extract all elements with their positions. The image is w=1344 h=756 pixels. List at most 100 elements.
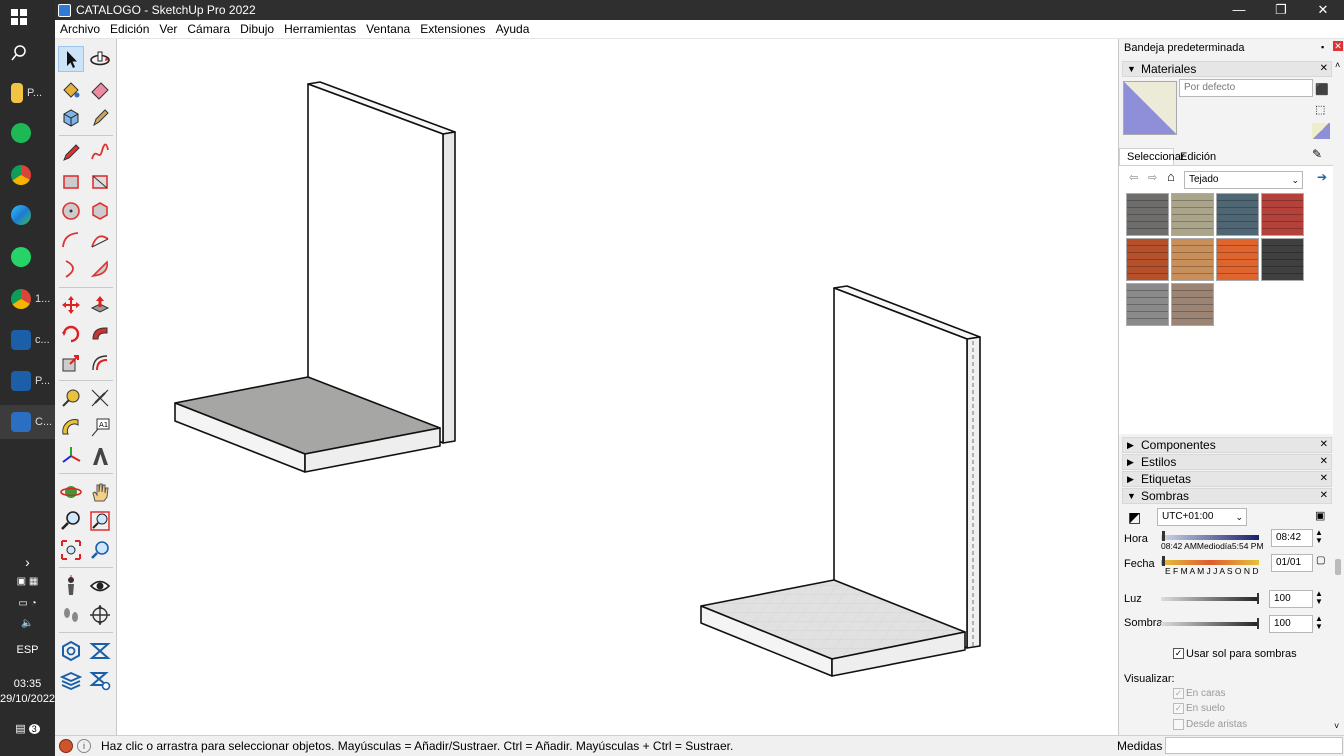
panel-close-icon[interactable]: ✕ — [1320, 489, 1328, 503]
zoom-window-tool[interactable] — [87, 508, 113, 534]
taskbar-item-spotify[interactable] — [0, 116, 55, 150]
previous-view-tool[interactable] — [87, 537, 113, 563]
polygon-tool[interactable] — [87, 198, 113, 224]
model-viewport[interactable] — [118, 39, 1116, 735]
position-camera-tool[interactable] — [58, 573, 84, 599]
panel-estilos-header[interactable]: ▶ Estilos ✕ — [1122, 454, 1332, 470]
calendar-icon[interactable]: ▢ — [1316, 555, 1325, 566]
three-point-arc-tool[interactable] — [58, 256, 84, 282]
freehand-tool[interactable] — [87, 140, 113, 166]
panel-close-icon[interactable]: ✕ — [1320, 438, 1328, 452]
taskbar-item-whatsapp[interactable] — [0, 240, 55, 274]
paint-bucket-tool[interactable] — [58, 76, 84, 102]
details-toggle-icon[interactable]: ▣ — [1315, 509, 1325, 522]
pan-tool[interactable] — [87, 479, 113, 505]
extension-warehouse-tool[interactable] — [87, 638, 113, 664]
tape-tool[interactable] — [87, 105, 113, 131]
taskbar-item-explorer[interactable]: P... — [0, 76, 55, 110]
bookend-object-1[interactable] — [174, 81, 456, 473]
home-icon[interactable]: ⌂ — [1167, 169, 1175, 184]
menu-edicion[interactable]: Edición — [105, 20, 154, 39]
zoom-tool[interactable] — [58, 508, 84, 534]
3d-warehouse-tool[interactable] — [58, 638, 84, 664]
material-swatch[interactable] — [1171, 283, 1214, 326]
use-sun-checkbox[interactable]: ✓ — [1173, 648, 1184, 659]
luz-input[interactable]: 100 — [1269, 590, 1313, 608]
sample-paint-icon[interactable]: ⬚ — [1315, 103, 1325, 116]
3d-text-tool[interactable] — [87, 443, 113, 469]
offset-tool[interactable] — [87, 350, 113, 376]
pie-tool[interactable] — [87, 256, 113, 282]
eyedropper-icon[interactable]: ✎ — [1312, 147, 1322, 161]
material-library-dropdown[interactable]: Tejado ⌄ — [1184, 171, 1303, 189]
line-tool[interactable] — [58, 140, 84, 166]
scroll-down-icon[interactable]: ˅ — [1334, 721, 1339, 731]
material-swatch[interactable] — [1171, 193, 1214, 236]
taskbar-item-edge[interactable] — [0, 198, 55, 232]
follow-me-tool[interactable] — [87, 321, 113, 347]
panel-componentes-header[interactable]: ▶ Componentes ✕ — [1122, 437, 1332, 453]
arc-tool[interactable] — [58, 227, 84, 253]
text-tool[interactable]: A1 — [87, 414, 113, 440]
menu-extensiones[interactable]: Extensiones — [415, 20, 490, 39]
volume-icon[interactable]: 🔈 — [0, 618, 55, 629]
taskbar-item-chrome-2[interactable]: 1... — [0, 282, 55, 316]
create-material-icon[interactable]: ⬛ — [1315, 83, 1329, 96]
notification-button[interactable]: ▤ 3 — [0, 722, 55, 735]
extension-manager-tool[interactable] — [87, 667, 113, 693]
material-swatch[interactable] — [1126, 193, 1169, 236]
rotated-rectangle-tool[interactable] — [87, 169, 113, 195]
tray-scrollbar[interactable]: ˅ — [1334, 69, 1342, 733]
back-arrow-icon[interactable]: ⇦ — [1129, 171, 1138, 184]
bookend-object-2[interactable] — [700, 285, 981, 677]
panel-etiquetas-header[interactable]: ▶ Etiquetas ✕ — [1122, 471, 1332, 487]
zoom-extents-tool[interactable] — [58, 537, 84, 563]
hora-spinner-icon[interactable]: ▲ ▼ — [1315, 529, 1323, 545]
info-icon[interactable]: i — [77, 739, 91, 753]
protractor-tool[interactable] — [58, 414, 84, 440]
panel-sombras-header[interactable]: ▼ Sombras ✕ — [1122, 488, 1332, 504]
close-button[interactable]: ✕ — [1302, 0, 1344, 20]
dimension-tool[interactable] — [87, 385, 113, 411]
menu-ayuda[interactable]: Ayuda — [491, 20, 535, 39]
menu-camara[interactable]: Cámara — [182, 20, 235, 39]
rectangle-tool[interactable] — [58, 169, 84, 195]
taskbar-item-chrome[interactable] — [0, 158, 55, 192]
luz-spinner-icon[interactable]: ▲ ▼ — [1315, 590, 1323, 606]
menu-ver[interactable]: Ver — [154, 20, 182, 39]
search-button[interactable] — [0, 36, 55, 70]
hora-slider-thumb[interactable] — [1162, 531, 1165, 541]
select-tool[interactable] — [58, 46, 84, 72]
material-swatch[interactable] — [1171, 238, 1214, 281]
orbit-camera-tool[interactable] — [58, 479, 84, 505]
default-material-swatch-icon[interactable] — [1312, 123, 1330, 139]
maximize-button[interactable]: ❐ — [1260, 0, 1302, 20]
scrollbar-thumb[interactable] — [1335, 559, 1341, 575]
menu-dibujo[interactable]: Dibujo — [235, 20, 279, 39]
fecha-slider-thumb[interactable] — [1162, 556, 1165, 566]
timezone-dropdown[interactable]: UTC+01:00 ⌄ — [1157, 508, 1247, 526]
geo-location-icon[interactable] — [59, 739, 73, 753]
look-around-tool[interactable] — [87, 573, 113, 599]
tab-select[interactable]: Seleccionar — [1119, 148, 1184, 165]
system-tray-icons[interactable]: ▣ ▦ — [0, 576, 55, 587]
panel-close-icon[interactable]: ✕ — [1320, 455, 1328, 469]
measures-input[interactable] — [1165, 737, 1343, 754]
luz-slider-track[interactable] — [1161, 597, 1259, 601]
push-pull-tool[interactable] — [87, 292, 113, 318]
sombra-input[interactable]: 100 — [1269, 615, 1313, 633]
rotate-tool[interactable] — [58, 321, 84, 347]
pin-icon[interactable]: ▪ — [1321, 42, 1324, 52]
taskbar-item-app-c[interactable]: c... — [0, 323, 55, 357]
material-swatch[interactable] — [1216, 238, 1259, 281]
axes-tool[interactable] — [58, 443, 84, 469]
forward-arrow-icon[interactable]: ⇨ — [1148, 171, 1157, 184]
menu-ventana[interactable]: Ventana — [361, 20, 415, 39]
language-indicator[interactable]: ESP — [0, 644, 55, 656]
minimize-button[interactable]: — — [1218, 0, 1260, 20]
fecha-input[interactable]: 01/01 — [1271, 554, 1313, 572]
layout-tool[interactable] — [58, 667, 84, 693]
taskbar-item-app-p[interactable]: P... — [0, 364, 55, 398]
panel-materials-header[interactable]: ▼ Materiales ✕ — [1122, 61, 1332, 77]
material-swatch[interactable] — [1216, 193, 1259, 236]
